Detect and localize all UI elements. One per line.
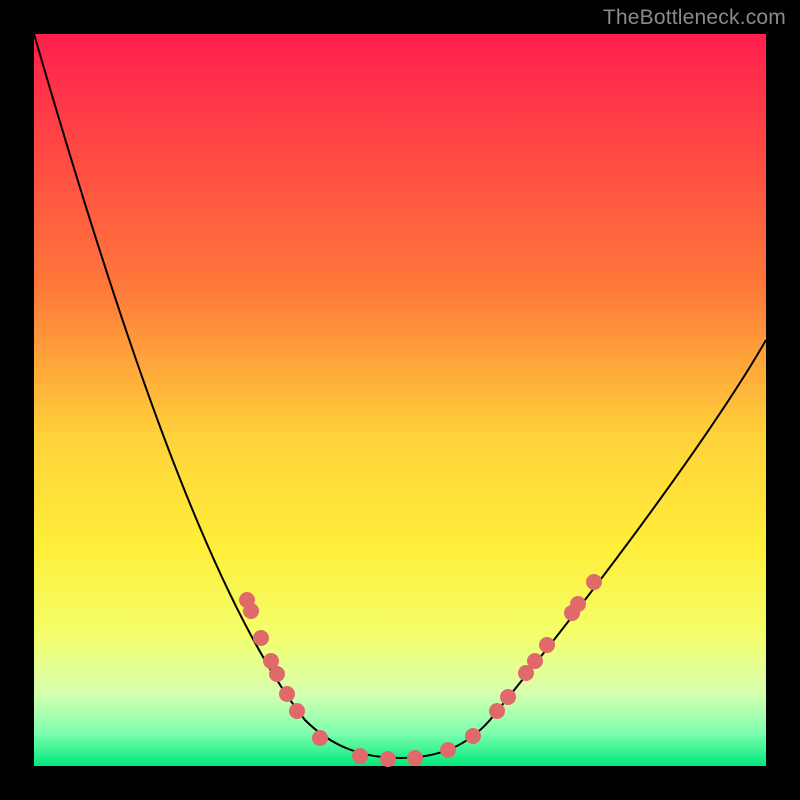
data-marker: [380, 751, 396, 767]
data-marker: [586, 574, 602, 590]
data-marker: [243, 603, 259, 619]
data-marker: [279, 686, 295, 702]
data-marker: [570, 596, 586, 612]
data-marker: [289, 703, 305, 719]
data-marker: [489, 703, 505, 719]
plot-background: [34, 34, 766, 766]
chart-svg: [0, 0, 800, 800]
data-marker: [352, 748, 368, 764]
data-marker: [465, 728, 481, 744]
data-marker: [253, 630, 269, 646]
watermark-text: TheBottleneck.com: [603, 6, 786, 30]
data-marker: [269, 666, 285, 682]
chart-container: TheBottleneck.com: [0, 0, 800, 800]
data-marker: [407, 750, 423, 766]
data-marker: [312, 730, 328, 746]
data-marker: [500, 689, 516, 705]
data-marker: [539, 637, 555, 653]
data-marker: [440, 742, 456, 758]
data-marker: [527, 653, 543, 669]
